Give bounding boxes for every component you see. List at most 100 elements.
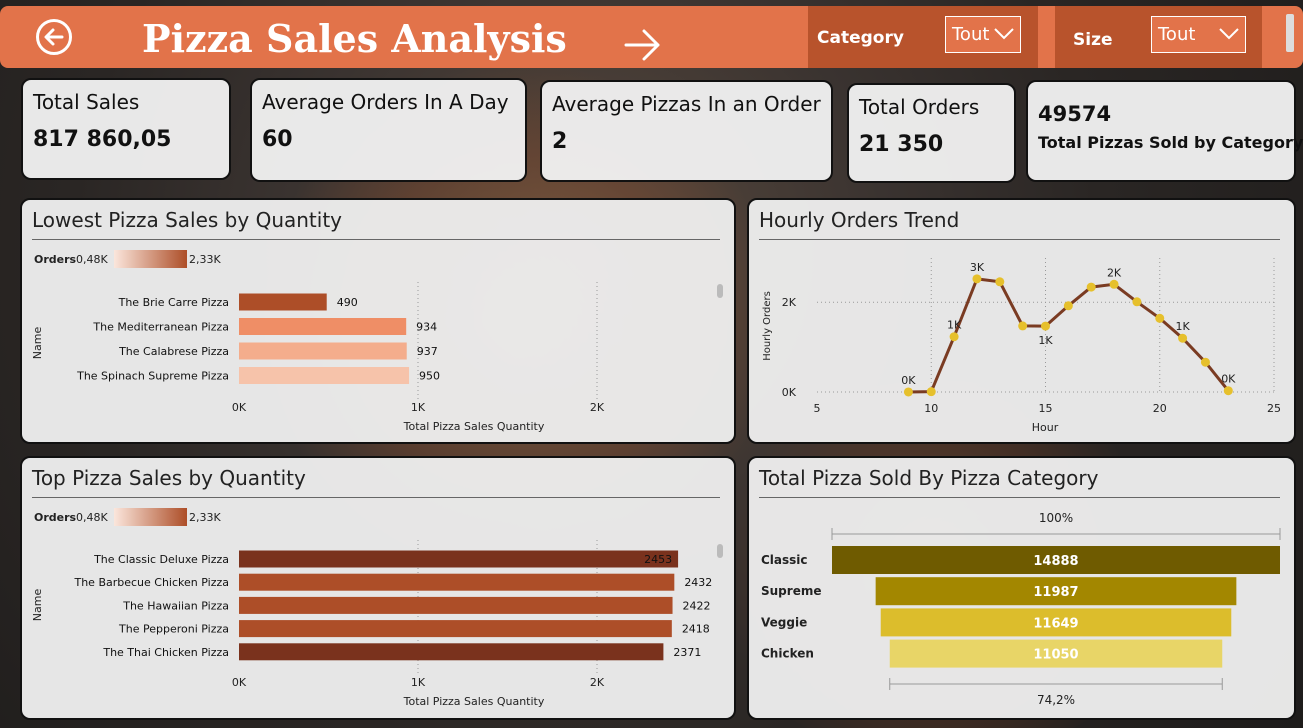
kpi-value: 2 (552, 129, 568, 154)
category-label: The Brie Carre Pizza (118, 296, 229, 309)
bar (239, 643, 664, 661)
data-label: 11050 (1033, 648, 1078, 663)
data-point (949, 332, 959, 342)
x-tick-label: 10 (924, 402, 938, 415)
kpi-card-total-orders: Total Orders 21 350 (847, 83, 1016, 183)
data-label: 2422 (683, 599, 711, 612)
category-slicer-value: Tout (952, 24, 990, 45)
bar (239, 596, 673, 614)
kpi-label: Average Pizzas In an Order (552, 92, 821, 116)
y-tick-label: 0K (782, 386, 797, 399)
data-point (1178, 333, 1188, 343)
x-tick-label: 25 (1267, 402, 1281, 415)
kpi-card-total-pizzas: 49574 Total Pizzas Sold by Category (1026, 80, 1303, 182)
x-tick-label: 1K (411, 401, 426, 414)
category-label: The Spinach Supreme Pizza (76, 370, 229, 383)
data-point (1155, 313, 1165, 323)
size-slicer-panel: Size Tout (1055, 6, 1262, 68)
legend-min-label: 0,48K (76, 253, 108, 266)
x-tick-label: 1K (411, 676, 426, 689)
y-tick-label: 2K (782, 296, 797, 309)
data-label: 14888 (1033, 554, 1078, 569)
forward-arrow-icon[interactable] (624, 28, 662, 66)
data-label: 2453 (644, 553, 672, 566)
back-arrow-icon[interactable] (36, 19, 72, 55)
category-slicer-dropdown[interactable]: Tout (945, 16, 1021, 53)
x-tick-label: 2K (590, 676, 605, 689)
data-point (972, 274, 982, 284)
category-label: Veggie (761, 615, 807, 629)
lowest-sales-bar-chart: Orders 0,48K 2,33K 0K 1K 2K Total Pizza Sales … (31, 250, 723, 433)
data-label: 2418 (682, 623, 710, 636)
data-point (1041, 321, 1050, 331)
x-axis-label: Total Pizza Sales Quantity (403, 695, 545, 708)
kpi-label: Total Pizzas Sold by Category (1038, 133, 1303, 152)
bar (239, 550, 679, 568)
hourly-trend-panel: Hourly Orders Trend 5 10 15 20 25 0K 2K Hour Hou… (747, 198, 1296, 444)
kpi-card-total-sales: Total Sales 817 860,05 (21, 78, 231, 180)
x-tick-label: 0K (232, 676, 247, 689)
kpi-label: Total Orders (859, 95, 980, 119)
top-sales-bar-chart: Orders 0,48K 2,33K 0K 1K 2K Total Pizza Sales … (31, 508, 723, 708)
category-label: Supreme (761, 584, 821, 598)
hourly-orders-line-chart: 5 10 15 20 25 0K 2K Hour Hourly Orders 0K 1K 3K 1K 2K… (762, 258, 1281, 434)
category-funnel-panel: Total Pizza Sold By Pizza Category 100% 1… (747, 456, 1296, 720)
data-label: 2K (1107, 266, 1122, 279)
chevron-down-icon (1219, 28, 1239, 40)
bar (239, 342, 407, 360)
kpi-card-avg-pizzas-order: Average Pizzas In an Order 2 (540, 80, 833, 182)
legend-title: Orders (34, 511, 77, 524)
data-label: 934 (416, 321, 437, 334)
bar (239, 573, 675, 591)
top-sales-panel: Top Pizza Sales by Quantity Orders 0,48K 2… (20, 456, 736, 720)
size-slicer-value: Tout (1158, 24, 1196, 45)
x-tick-label: 0K (232, 401, 247, 414)
data-label: 0K (1221, 373, 1236, 386)
legend-max-label: 2,33K (189, 253, 221, 266)
funnel-top-percent: 100% (1039, 511, 1073, 525)
category-label: The Pepperoni Pizza (118, 623, 229, 636)
bar (239, 318, 407, 335)
kpi-value: 21 350 (859, 132, 944, 157)
data-label: 1K (1175, 320, 1190, 333)
data-point (1018, 321, 1028, 331)
category-funnel-chart: 100% 14888 Classic 11987 Supreme 11649 Veggie 1… (761, 511, 1281, 707)
data-label: 2432 (684, 576, 712, 589)
kpi-label: Total Sales (33, 90, 140, 114)
category-label: The Mediterranean Pizza (92, 321, 229, 334)
data-point (1223, 386, 1233, 396)
kpi-value: 817 860,05 (33, 127, 172, 152)
x-axis-label: Total Pizza Sales Quantity (403, 420, 545, 433)
category-label: The Barbecue Chicken Pizza (73, 576, 229, 589)
header-scroll-handle[interactable] (1286, 14, 1294, 52)
size-slicer-dropdown[interactable]: Tout (1151, 16, 1246, 53)
lowest-sales-panel: Lowest Pizza Sales by Quantity Orders 0,4… (20, 198, 736, 444)
category-label: The Classic Deluxe Pizza (93, 553, 229, 566)
data-label: 3K (970, 261, 985, 274)
category-label: The Calabrese Pizza (118, 345, 229, 358)
data-point (995, 277, 1005, 287)
bar (239, 367, 410, 384)
data-point (1132, 297, 1142, 307)
page-title: Pizza Sales Analysis (142, 16, 567, 61)
kpi-label: Average Orders In A Day (262, 90, 509, 114)
legend-gradient-bar (114, 508, 187, 526)
data-label: 1K (1038, 334, 1053, 347)
legend-min-label: 0,48K (76, 511, 108, 524)
x-tick-label: 5 (814, 402, 821, 415)
data-label: 1K (947, 319, 962, 332)
data-label: 11987 (1033, 585, 1078, 600)
data-point (903, 387, 913, 397)
category-label: Classic (761, 553, 808, 567)
data-label: 0K (901, 374, 916, 387)
legend-title: Orders (34, 253, 77, 266)
category-slicer-label: Category (817, 28, 904, 48)
funnel-bottom-percent: 74,2% (1037, 693, 1075, 707)
y-axis-label: Name (31, 327, 44, 360)
data-label: 937 (417, 345, 438, 358)
legend-max-label: 2,33K (189, 511, 221, 524)
legend-gradient-bar (114, 250, 187, 268)
kpi-card-avg-orders-day: Average Orders In A Day 60 (250, 78, 527, 182)
bar (239, 620, 672, 638)
data-label: 490 (337, 296, 358, 309)
